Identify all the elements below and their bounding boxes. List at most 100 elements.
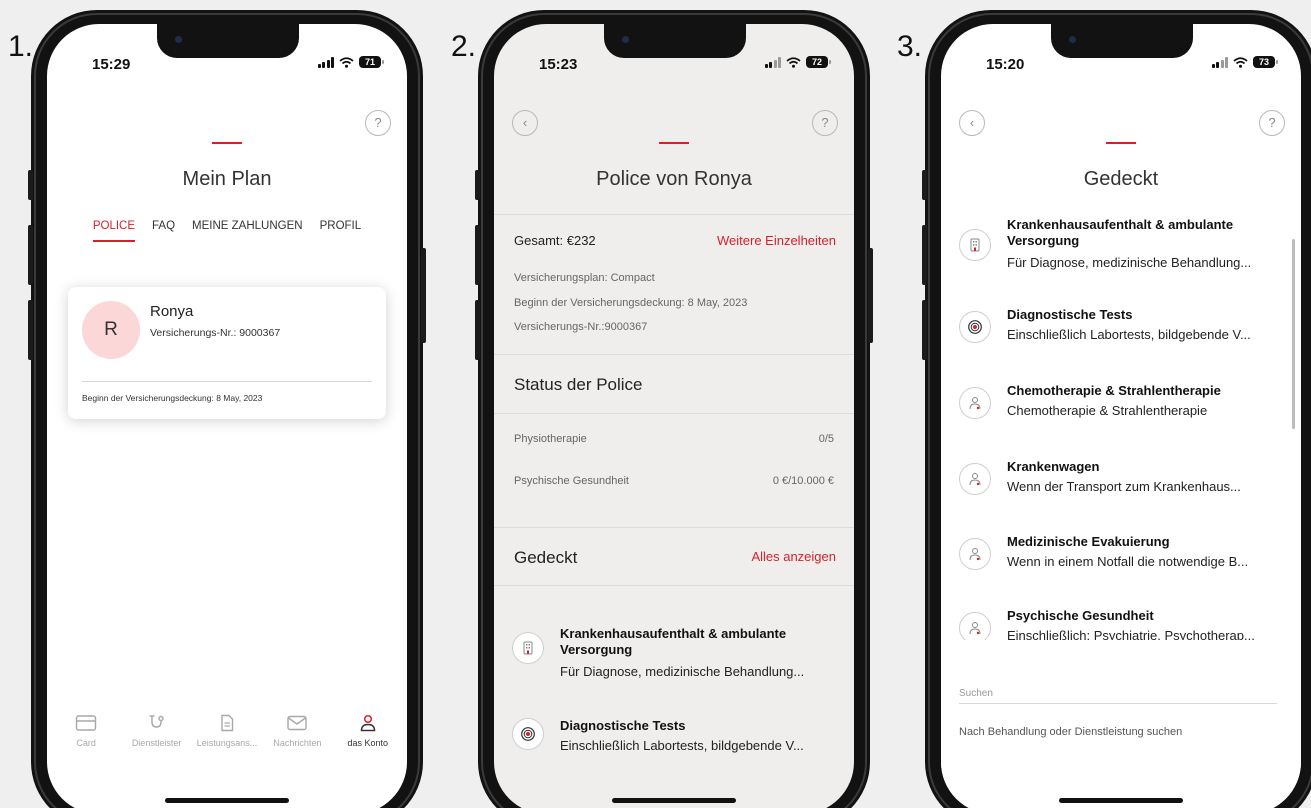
person-icon [360, 714, 376, 732]
tab-police[interactable]: POLICE [92, 220, 136, 242]
doctor-icon [959, 387, 991, 419]
covered-item-title: Chemotherapie & Strahlentherapie [1007, 383, 1221, 398]
nav-leistungsansprueche[interactable]: Leistungsans... [194, 714, 260, 748]
document-icon [221, 714, 234, 732]
doctor-icon [959, 463, 991, 495]
nav-label: Nachrichten [273, 738, 322, 748]
insurance-number: Versicherungs-Nr.:9000367 [514, 321, 648, 333]
tab-profile[interactable]: PROFIL [320, 220, 362, 242]
back-button[interactable]: ‹ [512, 110, 538, 136]
policy-card[interactable]: R Ronya Versicherungs-Nr.: 9000367 Begin… [68, 287, 386, 419]
scrollbar[interactable] [1292, 239, 1295, 429]
status-value-physio: 0/5 [818, 433, 834, 445]
search-input[interactable] [959, 726, 1279, 738]
home-indicator[interactable] [1059, 798, 1183, 803]
nav-label: Dienstleister [131, 738, 182, 748]
help-button[interactable]: ? [812, 110, 838, 136]
covered-item-desc: Einschließlich Labortests, bildgebende V… [1007, 327, 1251, 342]
envelope-icon [287, 715, 308, 731]
back-button[interactable]: ‹ [959, 110, 985, 136]
covered-item-title: Krankenhausaufenthalt & ambulante Versor… [560, 626, 787, 657]
signal-icon [764, 56, 781, 68]
covered-item-desc: Wenn in einem Notfall die notwendige B..… [1007, 554, 1249, 569]
question-icon: ? [1268, 115, 1276, 130]
covered-item-desc: Einschließlich Labortests, bildgebende V… [560, 738, 804, 753]
hospital-icon [512, 632, 544, 664]
status-value-mental: 0 €/10.000 € [772, 475, 834, 487]
search-panel: Suchen [941, 640, 1301, 808]
divider [494, 214, 854, 215]
tab-bar: POLICE FAQ MEINE ZAHLUNGEN PROFIL [47, 220, 407, 242]
status-heading: Status der Police [514, 375, 643, 394]
doctor-icon [959, 538, 991, 570]
plan-name: Versicherungsplan: Compact [514, 272, 655, 284]
page-title: Gedeckt [1083, 168, 1159, 190]
screen-mein-plan: 15:29 71 ? Mein Plan POLICE FAQ MEINE ZA… [47, 24, 407, 808]
battery-icon: 71 [359, 56, 384, 68]
more-details-link[interactable]: Weitere Einzelheiten [717, 233, 836, 248]
bottom-nav: Card Dienstleister Leistungsans... Nachr… [47, 714, 407, 748]
covered-item-desc: Chemotherapie & Strahlentherapie [1007, 403, 1208, 418]
status-label-mental: Psychische Gesundheit [514, 475, 629, 487]
help-button[interactable]: ? [365, 110, 391, 136]
step-label-2: 2. [451, 30, 477, 63]
insurance-number: Versicherungs-Nr.: 9000367 [150, 327, 281, 339]
coverage-start: Beginn der Versicherungsdeckung: 8 May, … [82, 393, 263, 403]
step-label-3: 3. [897, 30, 923, 63]
show-all-link[interactable]: Alles anzeigen [751, 549, 836, 564]
search-underline [959, 703, 1277, 704]
divider [494, 585, 854, 586]
status-time: 15:29 [92, 56, 131, 73]
battery-icon: 72 [806, 56, 831, 68]
step-label-1: 1. [8, 30, 34, 63]
page-title: Mein Plan [182, 168, 272, 190]
stethoscope-icon [149, 715, 164, 728]
accent-line [1106, 142, 1136, 144]
covered-item-title: Krankenwagen [1007, 459, 1100, 474]
question-icon: ? [821, 115, 829, 130]
phone-frame-2: 15:23 72 ‹ ? Police von Ronya Gesamt: €2… [475, 10, 873, 808]
target-icon [512, 718, 544, 750]
page-title: Police von Ronya [596, 168, 752, 190]
chevron-left-icon: ‹ [969, 115, 975, 130]
battery-icon: 73 [1253, 56, 1278, 68]
covered-item-title: Psychische Gesundheit [1007, 608, 1154, 623]
home-indicator[interactable] [165, 798, 289, 803]
phone-frame-1: 15:29 71 ? Mein Plan POLICE FAQ MEINE ZA… [28, 10, 426, 808]
covered-heading: Gedeckt [514, 548, 578, 567]
target-icon [959, 311, 991, 343]
tab-faq[interactable]: FAQ [152, 220, 175, 242]
policy-holder-name: Ronya [150, 303, 194, 320]
nav-card[interactable]: Card [53, 714, 119, 748]
tab-payments[interactable]: MEINE ZAHLUNGEN [192, 220, 303, 242]
home-indicator[interactable] [612, 798, 736, 803]
wifi-icon [1233, 56, 1248, 68]
search-label: Suchen [959, 688, 993, 699]
avatar: R [82, 301, 140, 359]
nav-label: Card [76, 738, 96, 748]
question-icon: ? [374, 115, 382, 130]
nav-das-konto[interactable]: das Konto [335, 714, 401, 748]
covered-item-desc: Für Diagnose, medizinische Behandlung... [1007, 255, 1252, 270]
status-icons: 71 [317, 56, 384, 68]
wifi-icon [786, 56, 801, 68]
chevron-left-icon: ‹ [522, 115, 528, 130]
status-time: 15:20 [986, 56, 1025, 73]
coverage-start: Beginn der Versicherungsdeckung: 8 May, … [514, 297, 748, 309]
signal-icon [317, 56, 334, 68]
covered-item-desc: Wenn der Transport zum Krankenhaus... [1007, 479, 1241, 494]
help-button[interactable]: ? [1259, 110, 1285, 136]
status-icons: 72 [764, 56, 831, 68]
nav-nachrichten[interactable]: Nachrichten [264, 714, 330, 748]
nav-dienstleister[interactable]: Dienstleister [124, 714, 190, 748]
nav-label: das Konto [347, 738, 389, 748]
accent-line [212, 142, 242, 144]
screen-police-von-ronya: 15:23 72 ‹ ? Police von Ronya Gesamt: €2… [494, 24, 854, 808]
covered-item-title: Medizinische Evakuierung [1007, 534, 1170, 549]
divider [494, 527, 854, 528]
nav-label: Leistungsans... [196, 738, 258, 748]
accent-line [659, 142, 689, 144]
status-icons: 73 [1211, 56, 1278, 68]
wifi-icon [339, 56, 354, 68]
notch [604, 24, 746, 58]
